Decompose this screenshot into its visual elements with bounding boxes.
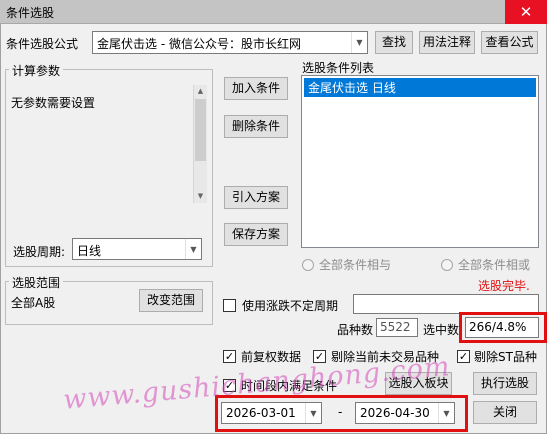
exclude-untraded-label: 剔除当前未交易品种 — [331, 350, 440, 364]
count-value: 5522 — [380, 320, 411, 334]
add-condition-button[interactable]: 加入条件 — [224, 77, 288, 100]
save-scheme-button[interactable]: 保存方案 — [224, 223, 288, 246]
selected-label: 选中数 — [423, 323, 460, 337]
scope-value: 全部A股 — [11, 296, 56, 310]
time-range-checkbox[interactable]: ✓ — [223, 379, 236, 392]
params-message: 无参数需要设置 — [11, 96, 96, 110]
date-highlight-box — [215, 395, 468, 432]
variable-period-option[interactable]: 使用涨跌不定周期 — [223, 297, 338, 314]
or-all-radio[interactable]: 全部条件相或 — [441, 256, 530, 273]
pre-adjust-option[interactable]: ✓ 前复权数据 — [223, 348, 301, 365]
conditions-list[interactable]: 金尾伏击选 日线 — [301, 75, 539, 248]
usage-notes-button[interactable]: 用法注释 — [419, 31, 475, 54]
close-button[interactable]: 关闭 — [473, 401, 537, 424]
radio-button[interactable] — [441, 258, 453, 271]
close-icon[interactable]: ✕ — [505, 0, 547, 24]
formula-label: 条件选股公式 — [6, 37, 79, 51]
params-scrollbar[interactable]: ▲ ▼ — [193, 85, 207, 203]
variable-period-checkbox[interactable] — [223, 299, 236, 312]
status-text: 选股完毕. — [478, 279, 530, 293]
import-scheme-button[interactable]: 引入方案 — [224, 186, 288, 209]
and-all-label: 全部条件相与 — [319, 258, 392, 272]
chevron-down-icon[interactable]: ▼ — [351, 32, 367, 53]
time-range-option[interactable]: ✓ 时间段内满足条件 — [223, 377, 337, 394]
formula-select-value: 金尾伏击选 - 微信公众号：股市长红网 — [97, 37, 301, 51]
change-scope-button[interactable]: 改变范围 — [139, 289, 203, 312]
scroll-thumb[interactable] — [195, 99, 206, 161]
exclude-untraded-option[interactable]: ✓ 剔除当前未交易品种 — [313, 348, 439, 365]
exclude-st-checkbox[interactable]: ✓ — [457, 350, 470, 363]
pre-adjust-checkbox[interactable]: ✓ — [223, 350, 236, 363]
variable-period-label: 使用涨跌不定周期 — [242, 299, 339, 313]
time-range-label: 时间段内满足条件 — [241, 379, 338, 393]
scope-group-title: 选股范围 — [9, 274, 64, 291]
title-bar — [0, 0, 547, 24]
conditions-list-title: 选股条件列表 — [302, 61, 375, 75]
pre-adjust-label: 前复权数据 — [241, 350, 302, 364]
list-item[interactable]: 金尾伏击选 日线 — [304, 78, 536, 97]
delete-condition-button[interactable]: 删除条件 — [224, 115, 288, 138]
formula-select[interactable]: 金尾伏击选 - 微信公众号：股市长红网 ▼ — [92, 31, 368, 54]
count-label: 品种数 — [337, 323, 374, 337]
exclude-untraded-checkbox[interactable]: ✓ — [313, 350, 326, 363]
or-all-label: 全部条件相或 — [458, 258, 531, 272]
variable-period-input[interactable] — [353, 294, 539, 314]
view-formula-button[interactable]: 查看公式 — [481, 31, 538, 54]
period-select[interactable]: 日线 ▼ — [72, 238, 202, 260]
and-all-radio[interactable]: 全部条件相与 — [302, 256, 391, 273]
count-value-field: 5522 — [376, 318, 418, 337]
exclude-st-label: 剔除ST品种 — [474, 350, 537, 364]
period-label: 选股周期: — [13, 245, 66, 259]
selected-highlight-box — [459, 312, 547, 343]
window-title: 条件选股 — [6, 6, 55, 20]
run-selection-button[interactable]: 执行选股 — [473, 372, 537, 395]
add-to-block-button[interactable]: 选股入板块 — [385, 372, 452, 395]
chevron-down-icon[interactable]: ▼ — [185, 239, 201, 259]
radio-button[interactable] — [302, 258, 314, 271]
scroll-up-icon[interactable]: ▲ — [194, 85, 207, 98]
params-group-title: 计算参数 — [9, 62, 64, 79]
period-select-value: 日线 — [77, 244, 102, 258]
exclude-st-option[interactable]: ✓ 剔除ST品种 — [457, 348, 537, 365]
scroll-down-icon[interactable]: ▼ — [194, 190, 207, 203]
find-button[interactable]: 查找 — [375, 31, 413, 54]
